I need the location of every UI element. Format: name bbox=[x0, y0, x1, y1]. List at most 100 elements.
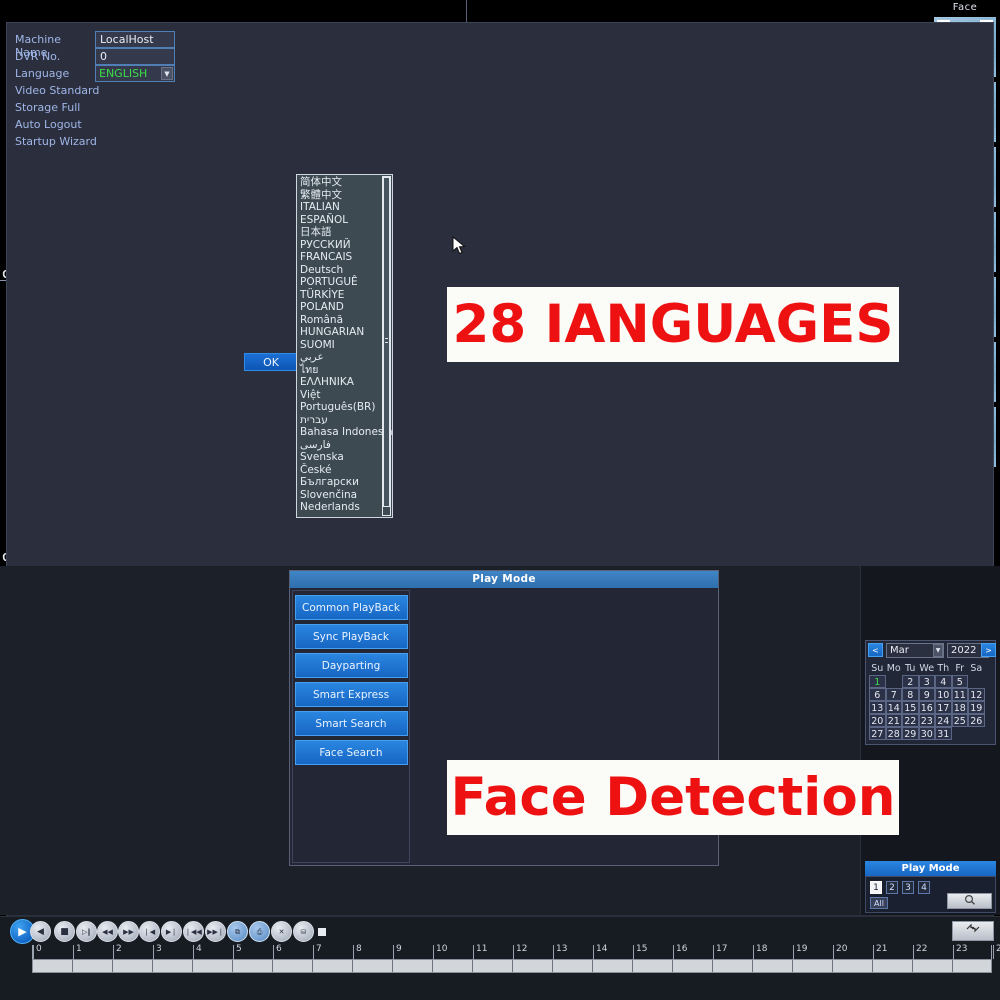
calendar-month-select[interactable]: Mar ▼ bbox=[886, 643, 944, 658]
language-option[interactable]: عربي bbox=[297, 351, 380, 364]
right-panel-calendar-day-cell[interactable]: 6 bbox=[869, 688, 886, 701]
right-panel-calendar-day-cell[interactable]: 14 bbox=[885, 701, 902, 714]
language-option[interactable]: Slovenčina bbox=[297, 489, 380, 502]
language-option[interactable]: Bahasa Indonesia bbox=[297, 426, 392, 439]
mark-button[interactable]: ✕ bbox=[271, 921, 292, 942]
channel-toggle-4[interactable]: 4 bbox=[918, 881, 930, 894]
right-panel-calendar-day-cell[interactable]: 5 bbox=[951, 675, 968, 688]
language-option[interactable]: Việt bbox=[297, 389, 380, 402]
right-panel-calendar-day-cell[interactable]: 11 bbox=[951, 688, 968, 701]
right-panel-calendar-day-cell[interactable]: 24 bbox=[935, 714, 952, 727]
right-panel-calendar-day-cell[interactable]: 2 bbox=[902, 675, 919, 688]
previous-file-button[interactable]: ❘◀◀ bbox=[183, 921, 204, 942]
language-option[interactable]: ไทย bbox=[297, 364, 380, 377]
language-option[interactable]: HUNGARIAN bbox=[297, 326, 380, 339]
dvr-no-input[interactable] bbox=[95, 48, 175, 65]
rewind-button[interactable]: ◀◀ bbox=[97, 921, 118, 942]
language-option[interactable]: 简体中文 bbox=[297, 176, 380, 189]
right-panel-calendar-day-cell[interactable]: 30 bbox=[918, 727, 935, 740]
calendar-prev-button[interactable]: < bbox=[868, 643, 883, 657]
clip-button[interactable]: ⧉ bbox=[227, 921, 248, 942]
right-panel-calendar-day-cell[interactable]: 16 bbox=[918, 701, 935, 714]
play-mode-button-smart-search[interactable]: Smart Search bbox=[294, 711, 408, 736]
right-panel-calendar-day-cell[interactable]: 19 bbox=[968, 701, 985, 714]
right-panel-calendar-day-cell[interactable]: 4 bbox=[935, 675, 952, 688]
right-panel-calendar-day-cell[interactable]: 9 bbox=[918, 688, 935, 701]
next-frame-button[interactable]: ▶❘ bbox=[161, 921, 182, 942]
right-panel-calendar-day-cell[interactable]: 17 bbox=[935, 701, 952, 714]
restore-window-button[interactable] bbox=[952, 921, 994, 941]
backup-button[interactable]: ⎙ bbox=[249, 921, 270, 942]
right-panel-calendar-day-cell[interactable]: 10 bbox=[935, 688, 952, 701]
language-option[interactable]: POLAND bbox=[297, 301, 380, 314]
play-mode-button-common-playback[interactable]: Common PlayBack bbox=[294, 595, 408, 620]
right-panel-calendar-day-cell[interactable]: 13 bbox=[869, 701, 886, 714]
right-panel-calendar-day-cell[interactable]: 29 bbox=[902, 727, 919, 740]
language-option[interactable]: Svenska bbox=[297, 451, 380, 464]
language-list-scrollbar[interactable] bbox=[382, 176, 391, 516]
search-button[interactable] bbox=[947, 893, 992, 909]
reverse-play-button[interactable]: ◀ bbox=[30, 921, 51, 942]
right-panel-calendar-day-cell[interactable]: 1 bbox=[869, 675, 886, 688]
right-panel-calendar-day-cell[interactable]: 27 bbox=[869, 727, 886, 740]
right-panel-calendar-day-cell[interactable]: 12 bbox=[968, 688, 985, 701]
language-option[interactable]: TÜRKİYE bbox=[297, 289, 380, 302]
channel-toggle-2[interactable]: 2 bbox=[886, 881, 898, 894]
language-option[interactable]: Português(BR) bbox=[297, 401, 380, 414]
right-panel-calendar-day-cell[interactable]: 8 bbox=[902, 688, 919, 701]
general-ok-button[interactable]: OK bbox=[244, 353, 298, 371]
language-option[interactable]: FRANCAIS bbox=[297, 251, 380, 264]
language-option[interactable]: Български bbox=[297, 476, 380, 489]
language-option[interactable]: České bbox=[297, 464, 380, 477]
play-mode-button-dayparting[interactable]: Dayparting bbox=[294, 653, 408, 678]
language-option[interactable]: ITALIAN bbox=[297, 201, 380, 214]
language-option[interactable]: ΕΛΛΗΝΙΚΑ bbox=[297, 376, 380, 389]
language-option[interactable]: 繁體中文 bbox=[297, 189, 380, 202]
right-panel-calendar-day-cell[interactable]: 25 bbox=[951, 714, 968, 727]
calendar-next-button[interactable]: > bbox=[981, 643, 996, 657]
stop-button[interactable]: ■ bbox=[54, 921, 75, 942]
slow-play-button[interactable]: ▷‖ bbox=[76, 921, 97, 942]
right-panel-calendar-day-cell[interactable]: 18 bbox=[951, 701, 968, 714]
channel-toggle-3[interactable]: 3 bbox=[902, 881, 914, 894]
language-option[interactable]: فارسی bbox=[297, 439, 380, 452]
right-panel-calendar-day-cell[interactable]: 3 bbox=[918, 675, 935, 688]
language-option[interactable]: ESPAÑOL bbox=[297, 214, 380, 227]
language-select[interactable]: ENGLISH ▼ bbox=[95, 65, 175, 82]
language-option[interactable]: Nederlands bbox=[297, 501, 380, 514]
play-mode-button-sync-playback[interactable]: Sync PlayBack bbox=[294, 624, 408, 649]
language-option[interactable]: SUOMI bbox=[297, 339, 380, 352]
timeline-track-tick bbox=[832, 960, 833, 972]
language-option[interactable]: Deutsch bbox=[297, 264, 380, 277]
language-dropdown-list[interactable]: 简体中文 繁體中文 ITALIAN ESPAÑOL 日本語 РУССКИЙ FRANCAIS… bbox=[296, 174, 393, 518]
timeline-tick bbox=[993, 945, 994, 959]
right-panel-calendar-day-cell[interactable]: 22 bbox=[902, 714, 919, 727]
channel-all-toggle[interactable]: All bbox=[870, 897, 888, 909]
chevron-down-icon[interactable]: ▼ bbox=[161, 67, 173, 80]
language-option[interactable]: Română bbox=[297, 314, 380, 327]
language-option[interactable]: РУССКИЙ bbox=[297, 239, 380, 252]
language-option[interactable]: עברית bbox=[297, 414, 380, 427]
right-panel-calendar-day-cell[interactable]: 31 bbox=[935, 727, 952, 740]
right-panel-calendar-day-cell[interactable]: 7 bbox=[885, 688, 902, 701]
right-panel-calendar-day-cell[interactable]: 21 bbox=[885, 714, 902, 727]
next-file-button[interactable]: ▶▶❘ bbox=[205, 921, 226, 942]
play-mode-button-face-search[interactable]: Face Search bbox=[294, 740, 408, 765]
machine-name-input[interactable] bbox=[95, 31, 175, 48]
right-panel-calendar-day-cell[interactable]: 15 bbox=[902, 701, 919, 714]
language-option[interactable]: 日本語 bbox=[297, 226, 380, 239]
right-panel-calendar-day-cell[interactable]: 28 bbox=[885, 727, 902, 740]
channel-toggle-1[interactable]: 1 bbox=[870, 881, 882, 894]
save-button[interactable]: ⛁ bbox=[293, 921, 314, 942]
language-option[interactable]: PORTUGUÊ bbox=[297, 276, 380, 289]
right-panel-calendar[interactable]: < Mar ▼ 2022 > Su Mo Tu We Th Fr Sa 1 2 3 4 5 6 7 8 9 10… bbox=[865, 640, 996, 745]
right-panel-calendar-day-cell[interactable]: 23 bbox=[918, 714, 935, 727]
play-mode-button-smart-express[interactable]: Smart Express bbox=[294, 682, 408, 707]
right-panel-calendar-day-cell[interactable]: 26 bbox=[968, 714, 985, 727]
right-panel-calendar-day-cell[interactable]: 20 bbox=[869, 714, 886, 727]
previous-frame-button[interactable]: ❘◀ bbox=[139, 921, 160, 942]
scrollbar-thumb[interactable] bbox=[383, 177, 390, 507]
timeline-track[interactable] bbox=[32, 959, 992, 973]
fast-forward-button[interactable]: ▶▶ bbox=[118, 921, 139, 942]
chevron-down-icon[interactable]: ▼ bbox=[933, 644, 943, 657]
